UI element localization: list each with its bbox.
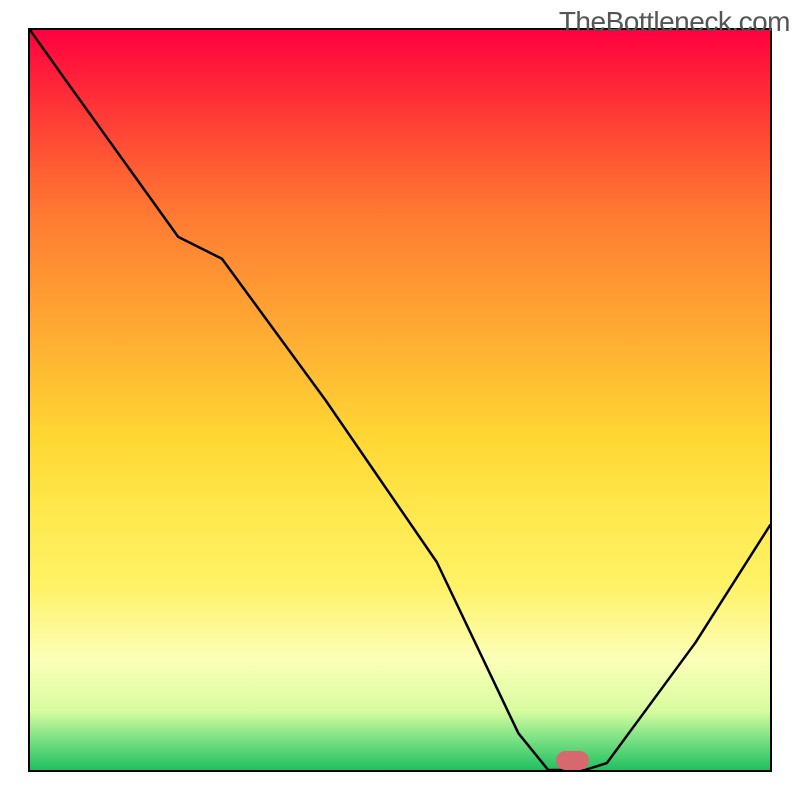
- optimal-marker: [556, 751, 589, 770]
- chart-container: TheBottleneck.com: [0, 0, 800, 800]
- plot-area: [28, 28, 772, 772]
- watermark-text: TheBottleneck.com: [559, 6, 790, 38]
- bottleneck-curve: [30, 30, 770, 770]
- curve-path: [30, 30, 770, 770]
